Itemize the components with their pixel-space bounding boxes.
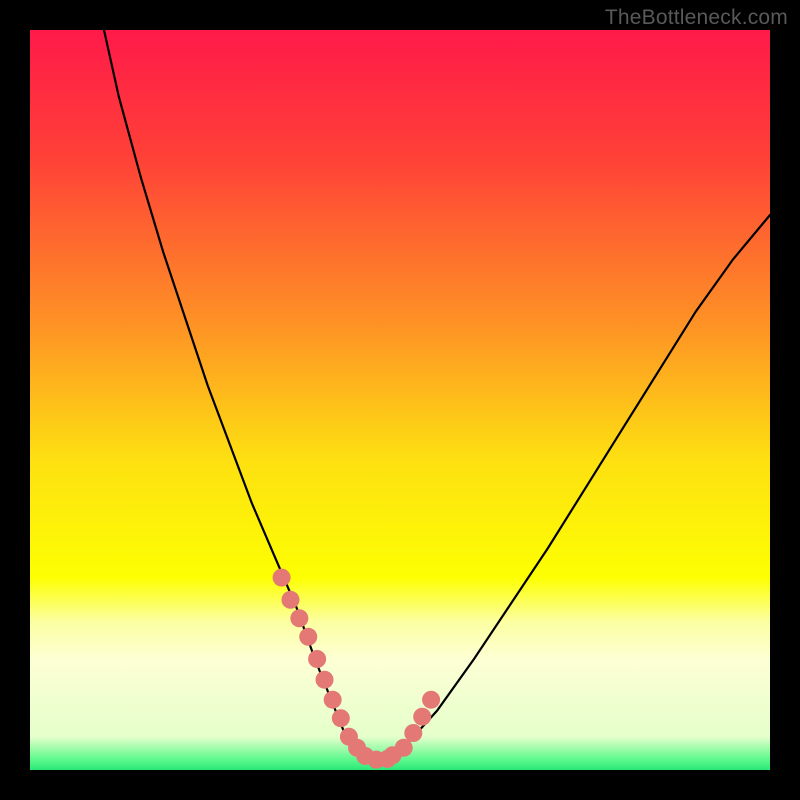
highlight-dot	[422, 691, 440, 709]
highlight-dot	[273, 569, 291, 587]
highlight-dot	[281, 591, 299, 609]
highlight-dot	[299, 628, 317, 646]
highlight-dot	[404, 724, 422, 742]
gradient-background	[30, 30, 770, 770]
plot-area	[30, 30, 770, 770]
highlight-dot	[332, 709, 350, 727]
highlight-dot	[413, 708, 431, 726]
chart-frame: TheBottleneck.com	[0, 0, 800, 800]
watermark-text: TheBottleneck.com	[605, 6, 788, 30]
highlight-dot	[308, 650, 326, 668]
bottleneck-chart	[30, 30, 770, 770]
highlight-dot	[290, 609, 308, 627]
highlight-dot	[395, 739, 413, 757]
highlight-dot	[324, 691, 342, 709]
highlight-dot	[316, 671, 334, 689]
